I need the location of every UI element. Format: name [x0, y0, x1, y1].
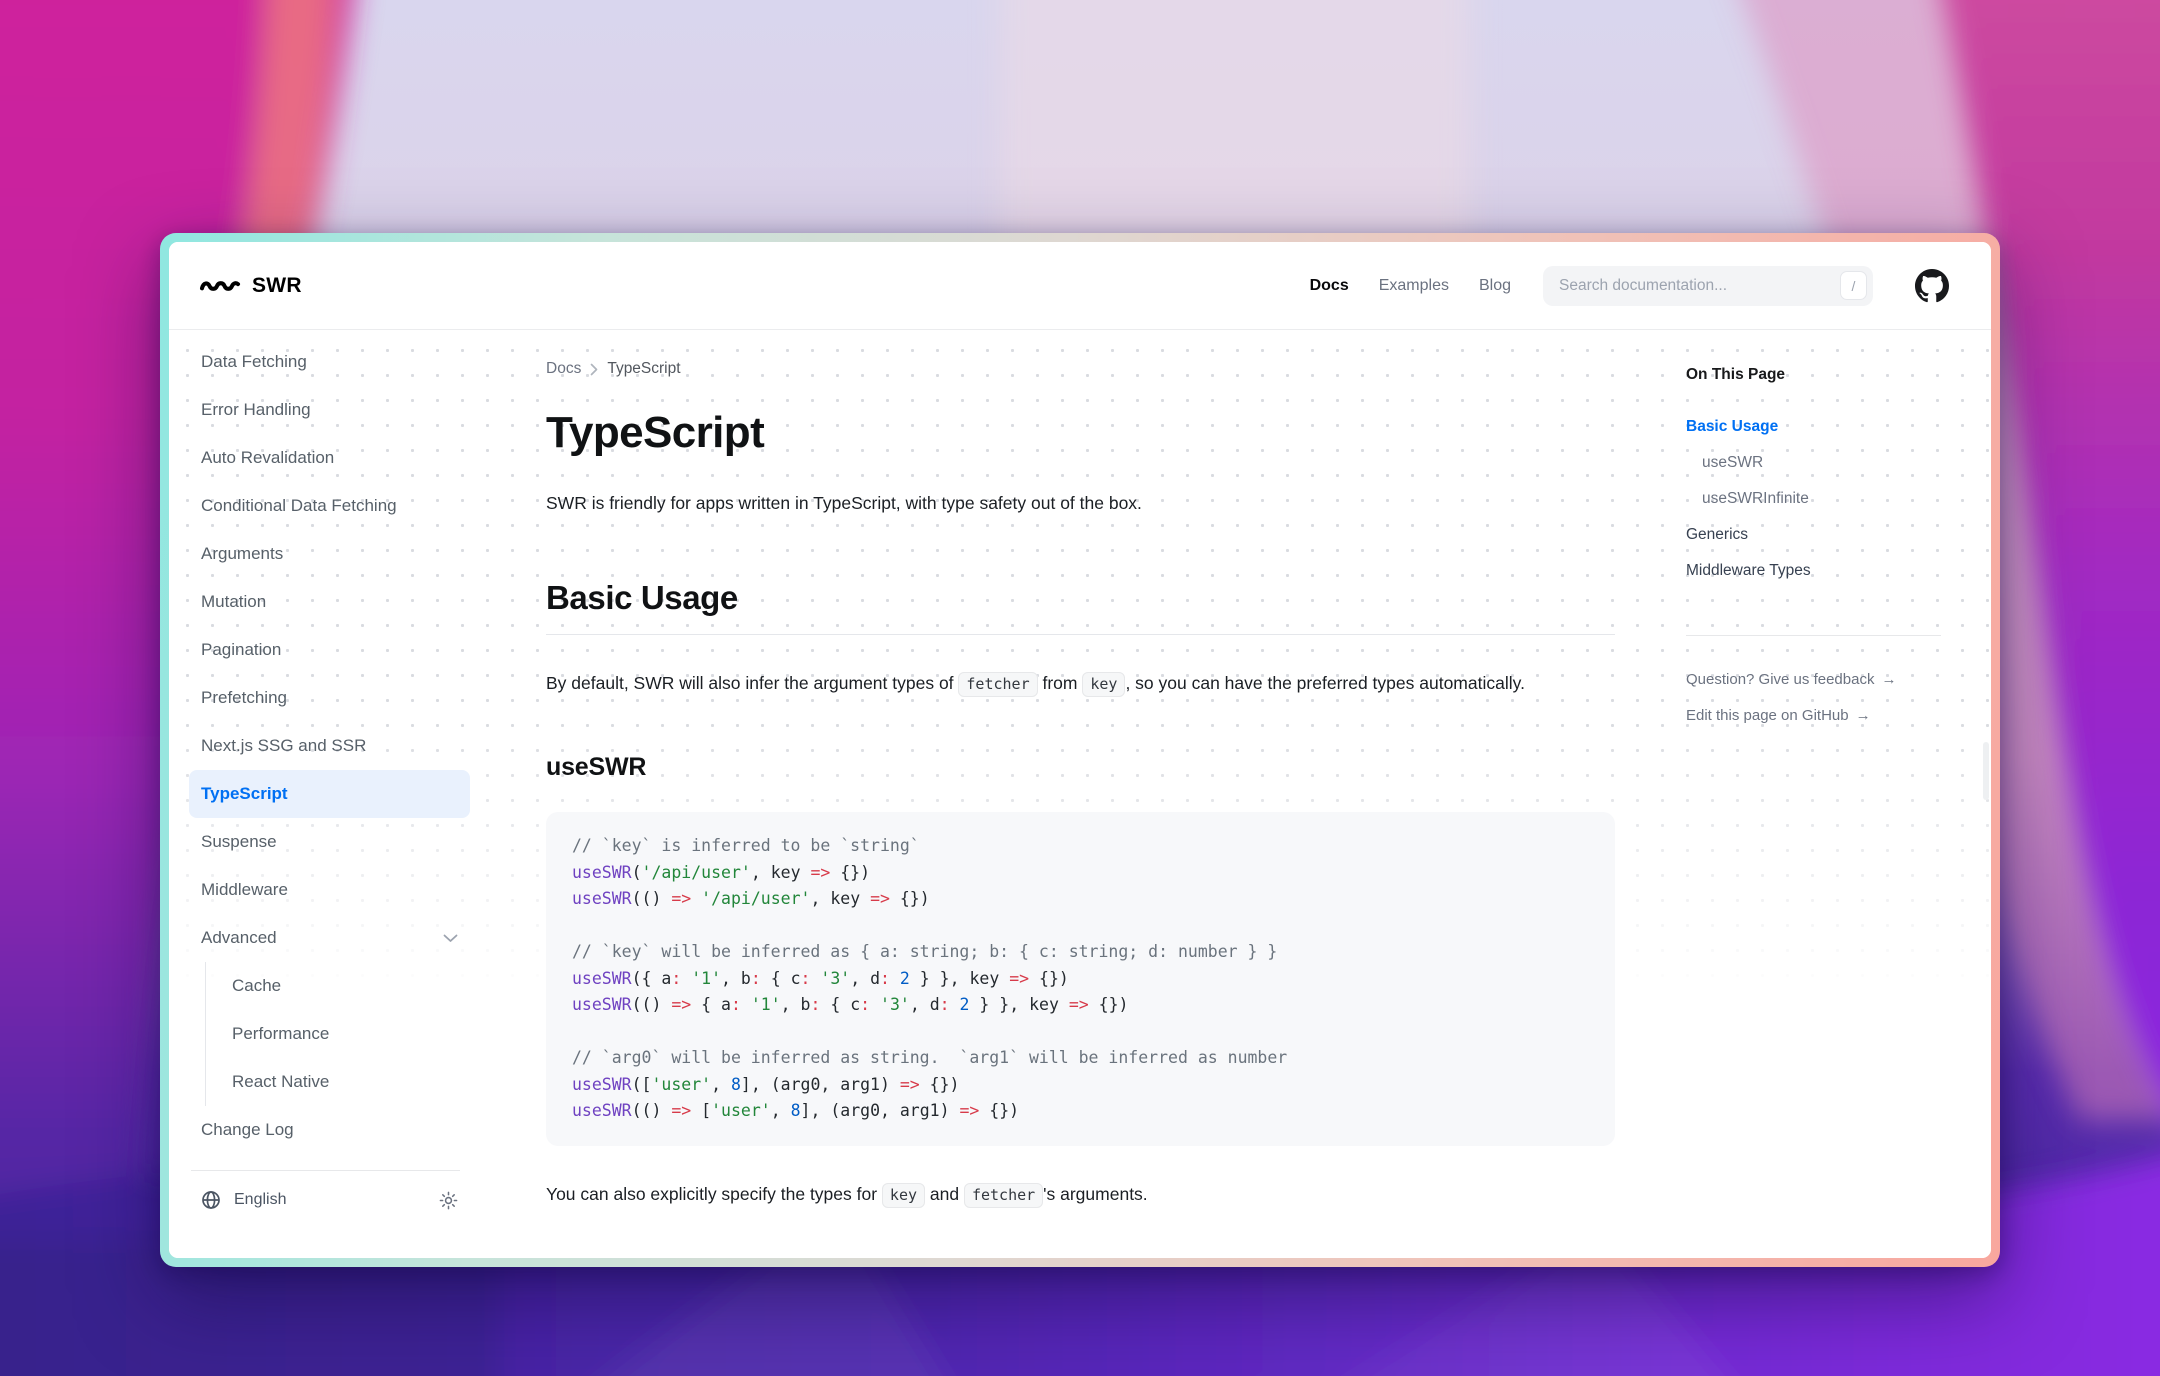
- breadcrumb-current: TypeScript: [607, 360, 680, 378]
- sidebar-item-label: Advanced: [201, 928, 277, 948]
- sidebar-item-performance[interactable]: Performance: [220, 1010, 470, 1058]
- sidebar-item-pagination[interactable]: Pagination: [189, 626, 470, 674]
- sidebar-item-react-native[interactable]: React Native: [220, 1058, 470, 1106]
- site-header: SWR Docs Examples Blog /: [169, 242, 1991, 330]
- sidebar-item-typescript[interactable]: TypeScript: [189, 770, 470, 818]
- feedback-link[interactable]: Question? Give us feedback→: [1686, 662, 1971, 698]
- sidebar-footer: English: [189, 1171, 470, 1229]
- sidebar-item-error-handling[interactable]: Error Handling: [189, 386, 470, 434]
- toc-link-useswr[interactable]: useSWR: [1686, 445, 1971, 481]
- content-area: Data Fetching Error Handling Auto Revali…: [169, 330, 1991, 1258]
- github-icon: [1915, 269, 1949, 303]
- nav-link-examples[interactable]: Examples: [1379, 277, 1449, 295]
- inline-code-fetcher: fetcher: [958, 672, 1037, 697]
- toc-link-useswrinfinite[interactable]: useSWRInfinite: [1686, 481, 1971, 517]
- sidebar-item-arguments[interactable]: Arguments: [189, 530, 470, 578]
- edit-page-link[interactable]: Edit this page on GitHub→: [1686, 698, 1971, 734]
- logo-text: SWR: [252, 274, 302, 298]
- basic-usage-paragraph: By default, SWR will also infer the argu…: [546, 665, 1566, 703]
- intro-paragraph: SWR is friendly for apps written in Type…: [546, 490, 1615, 517]
- sidebar-item-data-fetching[interactable]: Data Fetching: [189, 338, 470, 386]
- inline-code-key2: key: [882, 1183, 925, 1208]
- outro-paragraph: You can also explicitly specify the type…: [546, 1176, 1615, 1214]
- browser-window: SWR Docs Examples Blog /: [160, 233, 2000, 1267]
- sidebar-item-nextjs-ssg-ssr[interactable]: Next.js SSG and SSR: [189, 722, 470, 770]
- sidebar-item-middleware[interactable]: Middleware: [189, 866, 470, 914]
- sidebar-item-auto-revalidation[interactable]: Auto Revalidation: [189, 434, 470, 482]
- toc-sidebar: On This Page Basic Usage useSWR useSWRIn…: [1651, 330, 1991, 1258]
- toc-link-basic-usage[interactable]: Basic Usage: [1686, 409, 1971, 445]
- sun-icon: [439, 1191, 458, 1210]
- toc-link-middleware-types[interactable]: Middleware Types: [1686, 553, 1971, 589]
- theme-toggle[interactable]: [439, 1191, 458, 1210]
- sidebar-advanced-children: Cache Performance React Native: [205, 962, 470, 1106]
- toc-link-generics[interactable]: Generics: [1686, 517, 1971, 553]
- inline-code-fetcher2: fetcher: [964, 1183, 1043, 1208]
- nav-link-docs[interactable]: Docs: [1310, 277, 1349, 295]
- toc-divider: [1686, 635, 1941, 636]
- breadcrumb: Docs TypeScript: [546, 360, 1615, 378]
- github-link[interactable]: [1915, 269, 1949, 303]
- header-nav: Docs Examples Blog /: [1310, 266, 1949, 306]
- sidebar-item-conditional-data-fetching[interactable]: Conditional Data Fetching: [189, 482, 470, 530]
- sidebar-item-prefetching[interactable]: Prefetching: [189, 674, 470, 722]
- chevron-right-icon: [590, 363, 598, 376]
- sidebar-item-advanced[interactable]: Advanced: [189, 914, 470, 962]
- inline-code-key: key: [1082, 672, 1125, 697]
- sidebar-item-suspense[interactable]: Suspense: [189, 818, 470, 866]
- heading-useswr: useSWR: [546, 753, 1615, 782]
- globe-icon[interactable]: [201, 1190, 221, 1210]
- heading-basic-usage: Basic Usage: [546, 579, 1615, 635]
- toc-footer-links: Question? Give us feedback→ Edit this pa…: [1686, 662, 1971, 734]
- sidebar-item-mutation[interactable]: Mutation: [189, 578, 470, 626]
- chevron-down-icon: [443, 934, 458, 943]
- sidebar: Data Fetching Error Handling Auto Revali…: [169, 330, 480, 1258]
- swr-wave-icon: [199, 276, 241, 296]
- toc-heading: On This Page: [1686, 366, 1971, 384]
- arrow-right-icon: →: [1856, 698, 1871, 734]
- code-block[interactable]: // `key` is inferred to be `string`useSW…: [546, 812, 1615, 1146]
- swr-docs-page: SWR Docs Examples Blog /: [169, 242, 1991, 1258]
- swr-logo[interactable]: SWR: [199, 274, 302, 298]
- nav-link-blog[interactable]: Blog: [1479, 277, 1511, 295]
- sidebar-item-change-log[interactable]: Change Log: [189, 1106, 470, 1154]
- search-input[interactable]: [1559, 277, 1840, 295]
- sidebar-item-cache[interactable]: Cache: [220, 962, 470, 1010]
- breadcrumb-docs[interactable]: Docs: [546, 360, 581, 378]
- slash-shortcut-kbd: /: [1840, 271, 1867, 300]
- search-box[interactable]: /: [1543, 266, 1873, 306]
- scrollbar-thumb[interactable]: [1983, 742, 1989, 800]
- language-selector[interactable]: English: [234, 1191, 286, 1209]
- page-title: TypeScript: [546, 406, 1615, 460]
- main-content: Docs TypeScript TypeScript SWR is friend…: [480, 330, 1651, 1258]
- arrow-right-icon: →: [1881, 662, 1896, 698]
